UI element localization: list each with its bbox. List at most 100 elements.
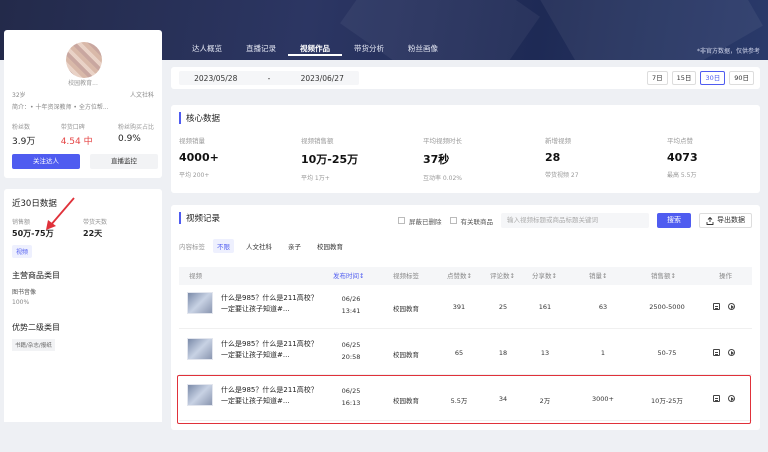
likes: 391 [452,303,466,311]
period-90d[interactable]: 90日 [729,71,754,85]
profile-buttons: 关注达人 直播监控 [12,154,158,169]
live-monitor-button[interactable]: 直播监控 [90,154,158,169]
col-amount[interactable]: 销售额↕ [651,267,676,285]
date-start: 2023/05/28 [194,73,238,83]
left-panel: 校园教育... 32岁 人文社科 简介：• 十年资深教师 • 全方位帮... 粉… [0,0,162,452]
tab-videos[interactable]: 视频作品 [288,42,342,56]
highlight-box [177,375,751,424]
core-data-card: 核心数据 视频销量 4000+ 平均 200+ 视频销售额 10万-25万 平均… [171,105,760,193]
col-actions: 操作 [719,272,732,280]
filter-humanities[interactable]: 人文社科 [242,239,276,253]
amount: 2500-5000 [649,303,685,311]
metric-sub: 平均 200+ [179,172,210,179]
tab-sales-analysis[interactable]: 带货分析 [342,42,396,56]
play-icon[interactable] [728,349,735,356]
main-tabs: 达人概览 直播记录 视频作品 带货分析 粉丝画像 [180,42,450,56]
metric-sub: 最高 5.5万 [667,172,697,179]
row-actions [713,349,735,356]
date-end: 2023/06/27 [300,73,344,83]
records-toolbar: 屏蔽已删除 有关联商品 输入视频标题或商品标题关键词 搜索 导出数据 [398,213,752,228]
video-chip: 视频 [12,245,33,258]
profile-stats: 粉丝数 3.9万 带货口碑 4.54 中 粉丝购买占比 0.9% [12,122,154,147]
amount: 50-75 [657,349,677,357]
filter-all[interactable]: 不限 [213,239,234,253]
table-row[interactable]: 什么是985？什么是211高校？一定要让孩子知道#... 06/25 20:58… [179,331,752,375]
period-7d[interactable]: 7日 [647,71,668,85]
annotation-arrow-icon [46,197,75,230]
page: 校园教育... 32岁 人文社科 简介：• 十年资深教师 • 全方位帮... 粉… [0,0,768,452]
tab-fans-profile[interactable]: 粉丝画像 [396,42,450,56]
metric-video-amount: 视频销售额 10万-25万 平均 1万+ [301,135,423,182]
publish-clock: 20:58 [341,353,361,361]
video-thumbnail[interactable] [187,338,213,360]
recent-days: 带货天数 22天 [83,217,154,239]
intro-label: 简介： [12,104,31,111]
content-tag-filters: 内容标签 不限 人文社科 亲子 校园教育 [179,239,347,253]
shares: 161 [538,303,552,311]
tab-overview[interactable]: 达人概览 [180,42,234,56]
disclaimer: *非官方数据，仅供参考 [696,48,760,55]
profile-meta: 32岁 人文社科 [12,90,154,99]
profile-card: 校园教育... 32岁 人文社科 简介：• 十年资深教师 • 全方位帮... 粉… [4,30,162,178]
row-actions [713,303,735,310]
metric-new-videos: 新增视频 28 带货视频 27 [545,135,667,182]
comments: 18 [498,349,508,357]
col-likes[interactable]: 点赞数↕ [447,267,472,285]
col-publish-time[interactable]: 发布时间↕ [333,267,364,285]
profile-intro: 简介：• 十年资深教师 • 全方位帮... [12,102,154,111]
checkbox-label: 屏蔽已删除 [409,217,442,226]
stat-value: 0.9% [117,134,141,144]
date-range-picker[interactable]: 2023/05/28 - 2023/06/27 [179,71,359,85]
filter-label: 内容标签 [179,243,205,251]
main-category-pct: 100% [12,299,30,306]
col-sales[interactable]: 销量↕ [589,267,607,285]
sales: 63 [598,303,608,311]
metric-value: 28 [545,151,561,164]
play-icon[interactable] [728,303,735,310]
tab-live-records[interactable]: 直播记录 [234,42,288,56]
metric-label: 平均点赞 [667,137,693,145]
metric-sub: 带货视频 27 [545,172,579,179]
detail-icon[interactable] [713,349,720,356]
col-comments[interactable]: 评论数↕ [490,267,515,285]
recent-title: 近30日数据 [12,199,57,209]
recent-30-days-card: 近30日数据 销售额 50万-75万 带货天数 22天 视频 [4,189,162,269]
stat-purchase-ratio: 粉丝购买占比 0.9% [118,122,154,147]
recent-row: 销售额 50万-75万 带货天数 22天 [12,217,154,239]
search-button[interactable]: 搜索 [657,213,691,228]
follow-button[interactable]: 关注达人 [12,154,80,169]
period-15d[interactable]: 15日 [671,71,697,85]
table-row[interactable]: 什么是985？什么是211高校？一定要让孩子知道#... 06/26 13:41… [179,285,752,329]
core-metrics: 视频销量 4000+ 平均 200+ 视频销售额 10万-25万 平均 1万+ … [179,135,768,182]
metric-value: 4000+ [179,151,219,164]
checkbox-box[interactable] [398,217,405,224]
avatar [66,42,102,78]
publish-date: 06/25 [341,341,361,349]
profile-category: 人文社科 [129,92,154,99]
metric-label: 平均视频时长 [423,137,462,145]
date-separator: - [267,73,271,83]
video-title[interactable]: 什么是985？什么是211高校？一定要让孩子知道#... [221,339,321,361]
stat-reputation: 带货口碑 4.54 中 [61,122,93,147]
table-header: 视频 发布时间↕ 视频标签 点赞数↕ 评论数↕ 分享数↕ 销量↕ 销售额↕ 操作 [179,267,752,285]
period-30d[interactable]: 30日 [700,71,726,85]
stat-label: 粉丝数 [12,124,31,131]
detail-icon[interactable] [713,303,720,310]
video-title[interactable]: 什么是985？什么是211高校？一定要让孩子知道#... [221,293,321,315]
checkbox-label: 有关联商品 [460,217,494,226]
hide-deleted-checkbox[interactable]: 屏蔽已删除 [398,216,442,226]
filter-parenting[interactable]: 亲子 [284,239,305,253]
likes: 65 [454,349,464,357]
metric-video-sales: 视频销量 4000+ 平均 200+ [179,135,301,182]
col-shares[interactable]: 分享数↕ [532,267,557,285]
export-button[interactable]: 导出数据 [699,213,752,228]
checkbox-box[interactable] [449,217,457,224]
search-input[interactable]: 输入视频标题或商品标题关键词 [501,213,649,228]
publish-time: 06/26 13:41 [331,295,371,315]
days-label: 带货天数 [83,219,108,226]
video-thumbnail[interactable] [187,292,213,314]
filter-campus-education[interactable]: 校园教育 [313,239,347,253]
metric-label: 视频销量 [179,137,205,145]
has-product-checkbox[interactable]: 有关联商品 [449,216,494,226]
metric-avg-duration: 平均视频时长 37秒 互动率 0.02% [423,135,545,182]
